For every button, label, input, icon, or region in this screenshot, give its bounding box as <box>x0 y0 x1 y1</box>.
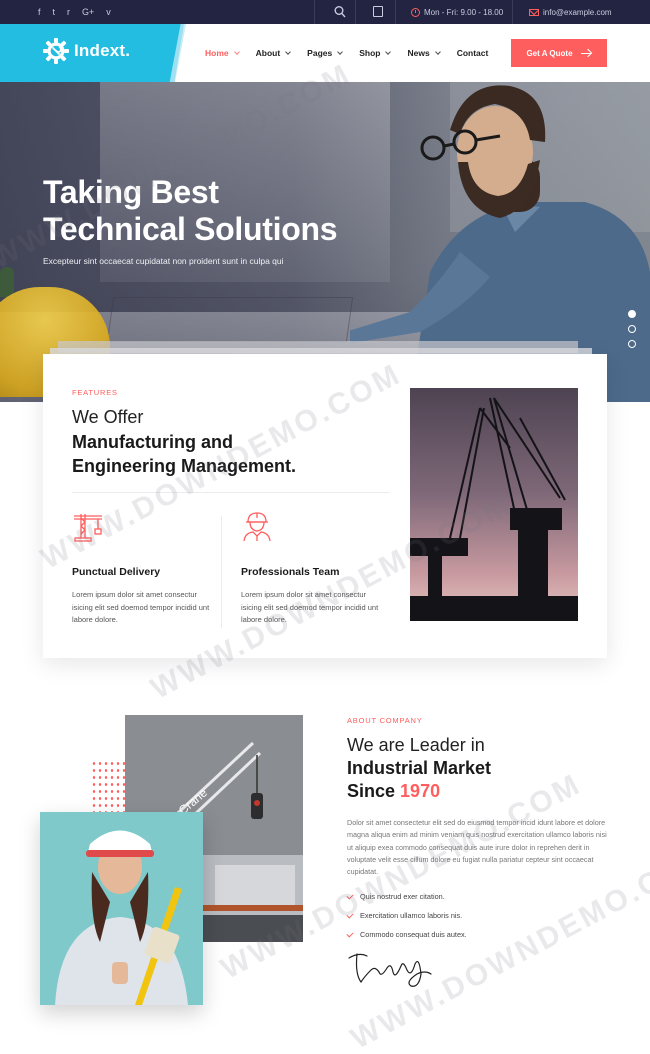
topbar-divider <box>355 0 356 24</box>
main-nav: Home About Pages Shop News Contact <box>205 24 505 82</box>
clock-icon <box>411 7 420 17</box>
check-icon <box>346 891 354 900</box>
get-quote-label: Get A Quote <box>526 48 573 58</box>
worker-woman-image <box>40 812 203 1005</box>
slider-dots <box>628 310 636 348</box>
chevron-down-icon <box>337 48 344 55</box>
nav-item-contact[interactable]: Contact <box>457 48 489 58</box>
crane-photo <box>410 388 578 621</box>
nav-label: News <box>407 48 430 58</box>
list-item-label: Quis nostrud exer citation. <box>360 892 445 901</box>
nav-label: Pages <box>307 48 333 58</box>
about-body: Dolor sit amet consectetur elit sed do e… <box>347 818 607 877</box>
worker-icon <box>243 512 271 542</box>
nav-item-news[interactable]: News <box>407 48 441 58</box>
top-bar: f t r G+ v Mon - Fri: 9.00 - 18.00 info@… <box>0 0 650 24</box>
feature-description: Lorem ipsum dolor sit amet consectur isi… <box>241 590 379 624</box>
hero-title-line: Taking Best <box>43 174 219 210</box>
feature-title: Punctual Delivery <box>72 566 161 578</box>
nav-item-home[interactable]: Home <box>205 48 240 58</box>
about-heading-light: We are Leader in <box>347 735 485 755</box>
facebook-icon[interactable]: f <box>38 0 41 24</box>
slider-dot[interactable] <box>628 340 636 348</box>
slider-dot[interactable] <box>628 310 636 318</box>
check-icon <box>346 910 354 919</box>
hero-blueprint <box>106 297 354 342</box>
page: f t r G+ v Mon - Fri: 9.00 - 18.00 info@… <box>0 0 650 1054</box>
divider <box>72 492 390 493</box>
google-plus-icon[interactable]: G+ <box>82 0 94 24</box>
features-heading-line: Engineering Management. <box>72 456 297 476</box>
nav-label: Shop <box>359 48 381 58</box>
crane-silhouette <box>410 388 578 621</box>
nav-label: About <box>255 48 281 58</box>
arrow-right-icon <box>580 50 592 56</box>
vimeo-icon[interactable]: v <box>106 0 111 24</box>
contact-email[interactable]: info@example.com <box>529 0 612 24</box>
email-text[interactable]: info@example.com <box>543 8 612 17</box>
features-heading-light: We Offer <box>72 407 144 427</box>
opening-hours: Mon - Fri: 9.00 - 18.00 <box>411 0 503 24</box>
feature-description: Lorem ipsum dolor sit amet consectur isi… <box>72 590 210 624</box>
list-item-label: Commodo consequat duis autex. <box>360 930 467 939</box>
about-heading-year: 1970 <box>400 781 441 801</box>
slider-dot[interactable] <box>628 325 636 333</box>
crane-icon <box>74 514 102 542</box>
features-heading-bold: Manufacturing and Engineering Management… <box>72 430 392 478</box>
chevron-down-icon <box>385 48 392 55</box>
topbar-divider <box>395 0 396 24</box>
hours-text: Mon - Fri: 9.00 - 18.00 <box>424 7 504 17</box>
rss-icon[interactable]: r <box>67 0 70 24</box>
nav-item-pages[interactable]: Pages <box>307 48 344 58</box>
list-item: Commodo consequat duis autex. <box>346 925 467 944</box>
features-heading-line: Manufacturing and <box>72 432 233 452</box>
logo-text: Indext. <box>74 41 131 60</box>
list-item: Exercitation ullamco laboris nis. <box>346 906 467 925</box>
feature-punctual-delivery: Punctual Delivery Lorem ipsum dolor sit … <box>72 510 212 627</box>
nav-label: Contact <box>456 48 489 58</box>
get-quote-button[interactable]: Get A Quote <box>511 39 607 67</box>
worker-photo <box>40 812 203 1005</box>
nav-item-shop[interactable]: Shop <box>359 48 392 58</box>
twitter-icon[interactable]: t <box>53 0 56 24</box>
features-eyebrow: FEATURES <box>72 388 118 397</box>
site-logo[interactable]: Indext. <box>43 38 130 64</box>
search-icon[interactable] <box>334 5 346 19</box>
calendar-icon[interactable] <box>373 6 383 17</box>
topbar-divider <box>314 0 315 24</box>
divider <box>221 516 222 628</box>
signature <box>348 953 432 987</box>
check-icon <box>346 929 354 938</box>
about-heading-since: Since 1970 <box>347 781 440 802</box>
social-links: f t r G+ v <box>38 0 111 24</box>
about-eyebrow: ABOUT COMPANY <box>347 716 423 725</box>
chevron-down-icon <box>285 48 292 55</box>
hero-title-line: Technical Solutions <box>43 211 338 247</box>
hero-title: Taking Best Technical Solutions <box>43 174 338 248</box>
hero-subtitle: Excepteur sint occaecat cupidatat non pr… <box>43 256 284 266</box>
feature-title: Professionals Team <box>241 566 340 578</box>
nav-item-about[interactable]: About <box>255 48 292 58</box>
gear-icon <box>43 38 69 64</box>
feature-professionals-team: Professionals Team Lorem ipsum dolor sit… <box>241 510 381 627</box>
about-heading-bold: Industrial Market <box>347 758 492 778</box>
list-item: Quis nostrud exer citation. <box>346 887 467 906</box>
nav-label: Home <box>205 48 229 58</box>
topbar-divider <box>512 0 513 24</box>
chevron-down-icon <box>233 48 240 55</box>
chevron-down-icon <box>434 48 441 55</box>
about-checklist: Quis nostrud exer citation. Exercitation… <box>346 887 467 944</box>
envelope-icon <box>529 8 539 16</box>
decorative-dots <box>91 760 127 812</box>
list-item-label: Exercitation ullamco laboris nis. <box>360 911 463 920</box>
about-heading-since-text: Since <box>347 781 396 801</box>
